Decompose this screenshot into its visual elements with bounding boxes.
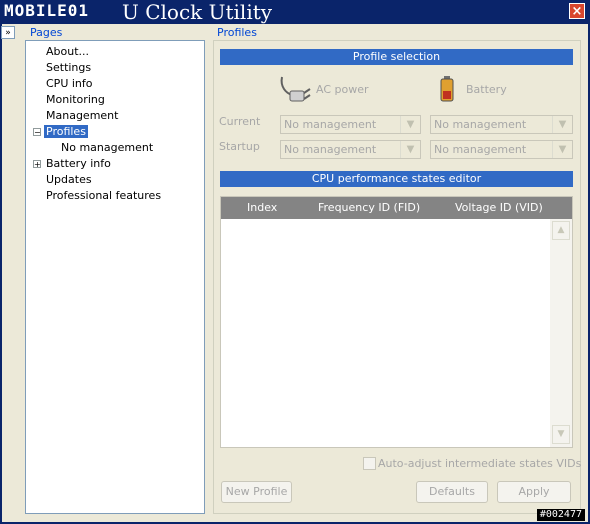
battery-icon — [440, 76, 454, 105]
tree-item-label: Updates — [46, 173, 92, 186]
profile-selection-header: Profile selection — [220, 49, 573, 65]
startup-battery-select[interactable]: No management ▼ — [430, 140, 573, 159]
tree-item-updates[interactable]: Updates — [46, 173, 92, 186]
column-header-index[interactable]: Index — [247, 201, 277, 214]
scroll-down-icon[interactable]: ▼ — [552, 425, 570, 444]
watermark: #002477 — [536, 509, 585, 521]
tree-item-label: Professional features — [46, 189, 162, 202]
tree-item-management[interactable]: Management — [46, 109, 118, 122]
current-battery-select[interactable]: No management ▼ — [430, 115, 573, 134]
tree-item-about[interactable]: About... — [46, 45, 89, 58]
tree-item-label: No management — [61, 141, 154, 154]
startup-ac-value: No management — [284, 143, 377, 156]
profiles-group-label: Profiles — [217, 26, 257, 39]
chevron-down-icon: ▼ — [552, 141, 572, 158]
expand-battery-info-icon[interactable]: + — [33, 160, 41, 169]
tree-item-label: CPU info — [46, 77, 93, 90]
cpu-states-grid[interactable]: Index Frequency ID (FID) Voltage ID (VID… — [220, 196, 573, 448]
startup-battery-value: No management — [434, 143, 527, 156]
tree-item-monitoring[interactable]: Monitoring — [46, 93, 105, 106]
ac-power-label: AC power — [316, 83, 369, 96]
grid-header: Index Frequency ID (FID) Voltage ID (VID… — [221, 197, 572, 219]
tree-item-label: Battery info — [46, 157, 111, 170]
battery-label: Battery — [466, 83, 507, 96]
tree-item-profiles[interactable]: Profiles — [44, 125, 88, 138]
tree-item-settings[interactable]: Settings — [46, 61, 91, 74]
power-plug-icon — [278, 73, 312, 112]
new-profile-button[interactable]: New Profile — [221, 481, 292, 503]
auto-adjust-label: Auto-adjust intermediate states VIDs — [378, 457, 582, 470]
tree-item-battery-info[interactable]: Battery info — [46, 157, 111, 170]
startup-label: Startup — [219, 140, 260, 153]
auto-adjust-checkbox[interactable] — [363, 457, 376, 470]
scroll-up-icon[interactable]: ▲ — [552, 221, 570, 240]
tree-item-label: Management — [46, 109, 119, 122]
current-label: Current — [219, 115, 261, 128]
tree-item-label: Settings — [46, 61, 92, 74]
window-title: U Clock Utility — [122, 0, 273, 24]
grid-scrollbar[interactable]: ▲ ▼ — [550, 219, 572, 447]
collapse-profiles-icon[interactable]: − — [33, 128, 41, 137]
current-ac-value: No management — [284, 118, 377, 131]
collapse-pages-button[interactable]: » — [1, 26, 15, 39]
apply-button[interactable]: Apply — [497, 481, 571, 503]
tree-item-no-management[interactable]: No management — [61, 141, 153, 154]
startup-ac-select[interactable]: No management ▼ — [280, 140, 421, 159]
pages-group-label: Pages — [30, 26, 63, 39]
close-button[interactable]: × — [569, 3, 585, 19]
defaults-button[interactable]: Defaults — [416, 481, 488, 503]
pages-tree: About... Settings CPU info Monitoring Ma… — [25, 40, 205, 514]
current-battery-value: No management — [434, 118, 527, 131]
column-header-fid[interactable]: Frequency ID (FID) — [318, 201, 420, 214]
app-logo: MOBILE01 — [4, 1, 90, 20]
cpu-states-editor-header: CPU performance states editor — [220, 171, 573, 187]
tree-item-label: About... — [46, 45, 90, 58]
current-ac-select[interactable]: No management ▼ — [280, 115, 421, 134]
tree-item-cpu-info[interactable]: CPU info — [46, 77, 93, 90]
chevron-down-icon: ▼ — [552, 116, 572, 133]
tree-item-label: Profiles — [44, 125, 88, 138]
tree-item-label: Monitoring — [46, 93, 105, 106]
tree-item-professional-features[interactable]: Professional features — [46, 189, 161, 202]
title-bar: MOBILE01 U Clock Utility × — [0, 0, 590, 24]
column-header-vid[interactable]: Voltage ID (VID) — [455, 201, 543, 214]
chevron-down-icon: ▼ — [400, 141, 420, 158]
chevron-down-icon: ▼ — [400, 116, 420, 133]
